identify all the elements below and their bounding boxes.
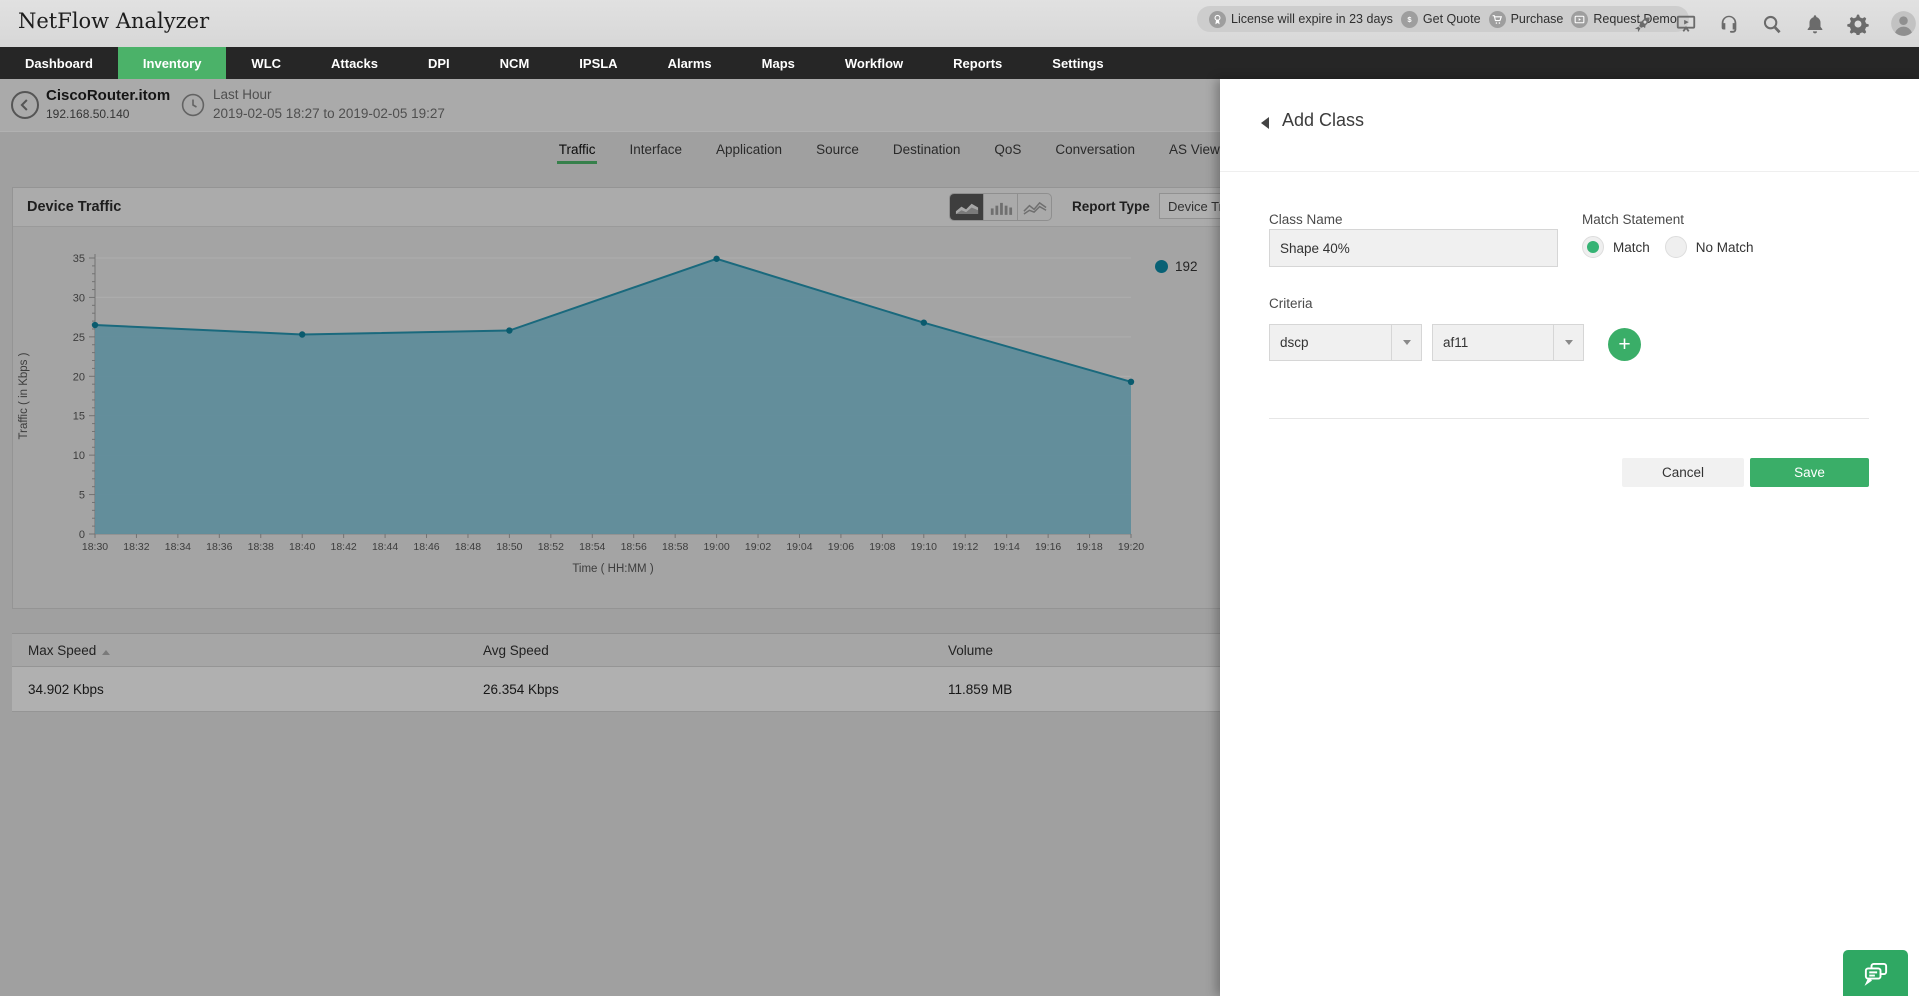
- nav-item-ipsla[interactable]: IPSLA: [554, 47, 642, 79]
- panel-heading: Add Class: [1282, 110, 1365, 130]
- criteria-field-select[interactable]: dscp: [1269, 324, 1422, 361]
- bell-icon[interactable]: [1804, 13, 1826, 35]
- radio-no-match[interactable]: No Match: [1664, 236, 1754, 258]
- radio-label: Match: [1613, 239, 1650, 255]
- svg-text:$: $: [1407, 15, 1412, 24]
- criteria-field-value: dscp: [1280, 335, 1309, 350]
- match-statement-radios: Match No Match: [1582, 236, 1754, 258]
- notice-cart[interactable]: Purchase: [1488, 10, 1564, 28]
- radio-circle: [1582, 236, 1604, 258]
- add-criteria-button[interactable]: +: [1608, 328, 1641, 361]
- nav-item-inventory[interactable]: Inventory: [117, 47, 227, 79]
- nav-item-alarms[interactable]: Alarms: [643, 47, 737, 79]
- avatar[interactable]: [1890, 10, 1917, 37]
- nav-item-dpi[interactable]: DPI: [403, 47, 475, 79]
- header-action-icons: [1632, 0, 1917, 47]
- radio-match[interactable]: Match: [1582, 236, 1650, 258]
- cancel-button[interactable]: Cancel: [1622, 458, 1744, 487]
- add-class-panel: Add Class Class Name Match Statement Mat…: [1220, 79, 1919, 996]
- license-badge-icon: [1209, 10, 1226, 28]
- nav-item-wlc[interactable]: WLC: [226, 47, 306, 79]
- panel-back-icon[interactable]: [1261, 117, 1269, 129]
- notice-label: Get Quote: [1422, 12, 1481, 26]
- gear-icon[interactable]: [1847, 13, 1869, 35]
- notice-dollar[interactable]: $ Get Quote: [1400, 10, 1481, 28]
- presentation-icon[interactable]: [1675, 13, 1697, 35]
- class-name-input[interactable]: [1269, 229, 1558, 267]
- radio-circle: [1664, 236, 1687, 258]
- criteria-value-value: af11: [1443, 335, 1469, 350]
- rocket-icon[interactable]: [1632, 13, 1654, 35]
- chevron-down-icon: [1391, 325, 1421, 360]
- chat-button[interactable]: [1843, 950, 1908, 996]
- nav-item-ncm[interactable]: NCM: [475, 47, 555, 79]
- criteria-label: Criteria: [1269, 296, 1313, 311]
- chevron-down-icon: [1553, 325, 1583, 360]
- search-icon[interactable]: [1761, 13, 1783, 35]
- dollar-icon: $: [1400, 10, 1418, 28]
- criteria-value-select[interactable]: af11: [1432, 324, 1584, 361]
- notice-label: Purchase: [1510, 12, 1564, 26]
- demo-screen-icon: [1571, 10, 1589, 28]
- main-nav: Dashboard Inventory WLC Attacks DPI NCM IPSLA A…: [0, 47, 1919, 79]
- add-class-panel-header: Add Class: [1220, 79, 1919, 172]
- license-pill: License will expire in 23 days $ Get Quote…: [1197, 6, 1689, 32]
- notice-license-badge[interactable]: License will expire in 23 days: [1209, 10, 1393, 28]
- headset-icon[interactable]: [1718, 13, 1740, 35]
- notice-label: License will expire in 23 days: [1231, 12, 1393, 26]
- save-button[interactable]: Save: [1750, 458, 1869, 487]
- app-header: NetFlow Analyzer License will expire in …: [0, 0, 1919, 47]
- divider: [1269, 418, 1869, 419]
- nav-item-reports[interactable]: Reports: [928, 47, 1027, 79]
- radio-label: No Match: [1695, 239, 1754, 255]
- cart-icon: [1488, 10, 1506, 28]
- nav-item-dashboard[interactable]: Dashboard: [0, 47, 118, 79]
- nav-item-attacks[interactable]: Attacks: [306, 47, 403, 79]
- nav-item-maps[interactable]: Maps: [737, 47, 820, 79]
- nav-item-workflow[interactable]: Workflow: [820, 47, 928, 79]
- class-name-label: Class Name: [1269, 212, 1343, 227]
- match-statement-label: Match Statement: [1582, 212, 1685, 227]
- nav-item-settings[interactable]: Settings: [1027, 47, 1128, 79]
- app-title: NetFlow Analyzer: [18, 9, 210, 33]
